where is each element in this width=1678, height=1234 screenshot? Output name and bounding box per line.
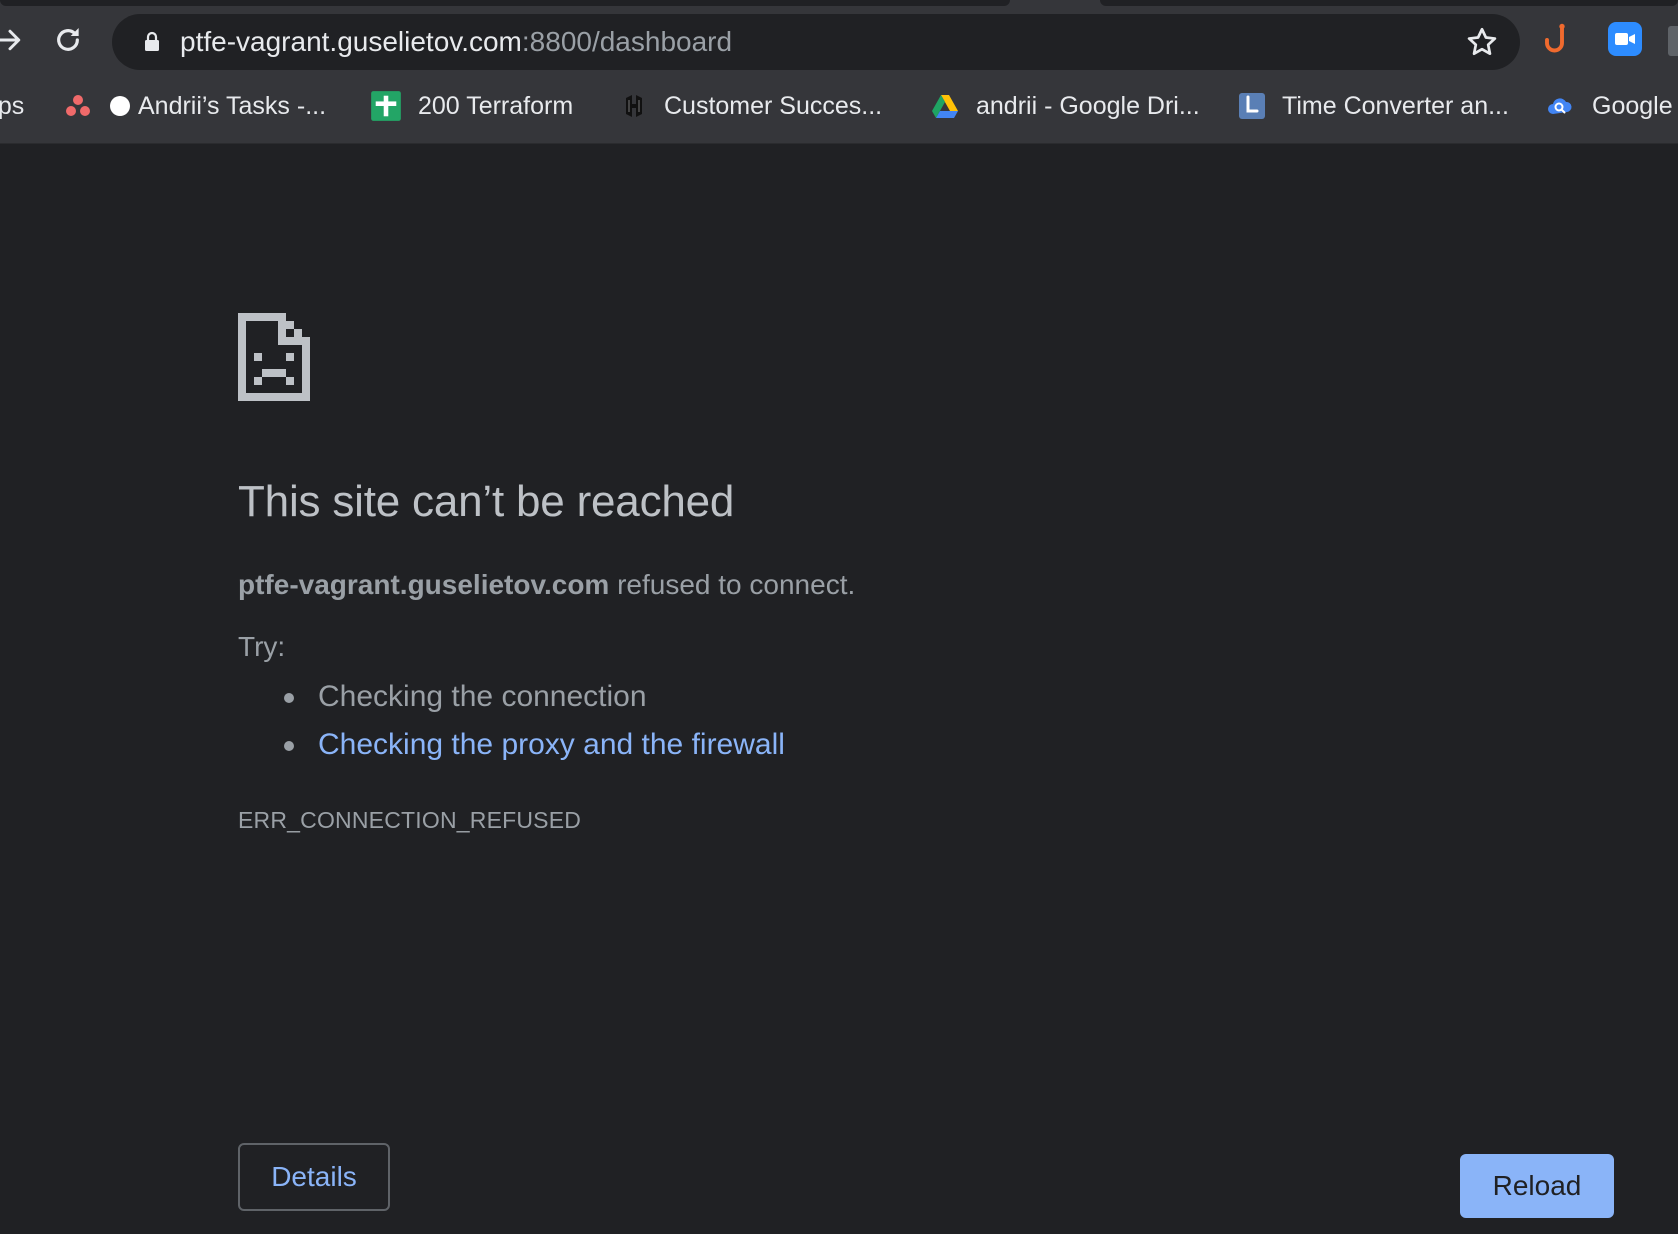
bookmark-star-icon[interactable] <box>1464 24 1500 60</box>
bookmark-sheets[interactable]: 200 Terraform <box>370 78 573 134</box>
hashicorp-icon <box>626 95 642 117</box>
arrow-right-icon <box>0 29 21 51</box>
sad-page-icon <box>238 313 310 401</box>
bookmark-label: Andrii’s Tasks -... <box>138 91 327 120</box>
bookmark-apps[interactable]: ops <box>0 78 24 134</box>
address-path: :8800/dashboard <box>521 26 733 57</box>
error-summary-suffix: refused to connect. <box>609 569 856 600</box>
reload-button[interactable]: Reload <box>1460 1154 1614 1218</box>
extension-edge <box>1668 26 1678 56</box>
bookmark-label: 200 Terraform <box>418 91 574 120</box>
proxy-firewall-link[interactable]: Checking the proxy and the firewall <box>318 728 785 761</box>
address-host: ptfe-vagrant.guselietov.com <box>180 26 522 57</box>
browser-toolbar: ptfe-vagrant.guselietov.com:8800/dashboa… <box>0 6 1678 78</box>
error-host: ptfe-vagrant.guselietov.com <box>238 569 610 600</box>
reload-browser-button[interactable] <box>46 18 90 62</box>
cloud-search-icon <box>1548 98 1572 114</box>
bookmark-hashicorp[interactable]: Customer Succes... <box>620 78 882 134</box>
asana-icon <box>66 95 90 116</box>
suggestion-check-proxy: Checking the proxy and the firewall <box>238 721 785 769</box>
google-sheets-icon <box>371 91 401 121</box>
bookmarks-bar: ops Andrii’s Tasks -... 200 Terraform Cu… <box>0 78 1678 144</box>
forward-button[interactable] <box>0 18 32 62</box>
lock-icon <box>145 31 159 51</box>
bookmark-google[interactable]: Google <box>1544 78 1673 134</box>
refresh-icon <box>57 28 79 51</box>
error-summary: ptfe-vagrant.guselietov.com refused to c… <box>238 569 855 601</box>
bookmark-label: Google <box>1592 91 1673 120</box>
video-camera-icon <box>1615 33 1635 45</box>
try-label: Try: <box>238 631 286 662</box>
error-code: ERR_CONNECTION_REFUSED <box>238 807 582 833</box>
bookmark-time-converter[interactable]: Time Converter an... <box>1238 78 1509 134</box>
hook-extension-icon[interactable] <box>1538 22 1574 58</box>
error-page: This site can’t be reached ptfe-vagrant.… <box>0 145 1678 1234</box>
address-url: ptfe-vagrant.guselietov.com:8800/dashboa… <box>180 14 732 70</box>
error-title: This site can’t be reached <box>238 477 735 526</box>
suggestions-list: Checking the connection Checking the pro… <box>238 673 785 769</box>
bookmark-asana[interactable]: Andrii’s Tasks -... <box>64 78 326 134</box>
bookmark-label: ops <box>0 91 25 120</box>
clock-icon <box>1239 93 1265 119</box>
address-bar[interactable]: ptfe-vagrant.guselietov.com:8800/dashboa… <box>112 14 1520 70</box>
white-dot-icon <box>110 96 130 116</box>
bookmark-drive[interactable]: andrii - Google Dri... <box>930 78 1200 134</box>
suggestion-check-connection: Checking the connection <box>238 673 785 721</box>
zoom-extension-icon[interactable] <box>1608 22 1642 56</box>
bookmark-label: Customer Succes... <box>664 91 883 120</box>
google-drive-icon <box>932 95 958 118</box>
details-button[interactable]: Details <box>238 1143 390 1211</box>
bookmark-label: andrii - Google Dri... <box>976 91 1200 120</box>
bookmark-label: Time Converter an... <box>1282 91 1509 120</box>
